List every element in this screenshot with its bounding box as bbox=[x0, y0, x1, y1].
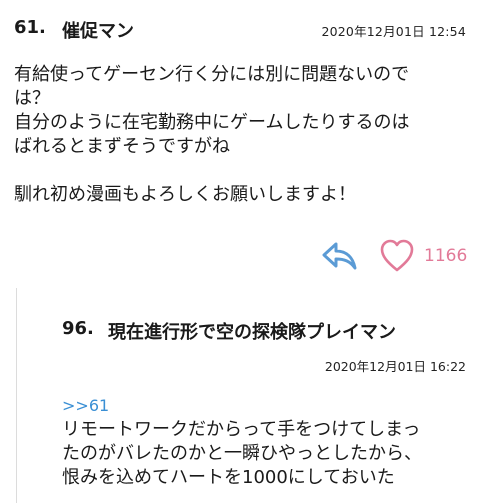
reply-arrow-icon bbox=[322, 242, 357, 270]
like-button[interactable] bbox=[379, 238, 415, 274]
reply-button[interactable] bbox=[320, 238, 360, 274]
comment-line: 有給使ってゲーセン行く分には別に問題ないので bbox=[14, 64, 410, 85]
comment-header: 61. 催促マン 2020年12月01日 12:54 bbox=[14, 17, 466, 45]
comment-number: 61. bbox=[14, 17, 46, 38]
thread-divider bbox=[16, 288, 17, 503]
comment-author-name: 催促マン bbox=[62, 21, 134, 42]
comment-date: 2020年12月01日 12:54 bbox=[321, 24, 466, 39]
reply-author-name: 現在進行形で空の探検隊プレイマン bbox=[108, 322, 396, 343]
comment-line: 馴れ初め漫画もよろしくお願いしますよ！ bbox=[14, 184, 356, 205]
comment-actions: 1166 bbox=[0, 238, 480, 278]
comment-body: 有給使ってゲーセン行く分には別に問題ないので は？ 自分のように在宅勤務中にゲー… bbox=[14, 63, 466, 207]
reply-anchor-link[interactable]: >>61 bbox=[62, 396, 109, 415]
reply-date: 2020年12月01日 16:22 bbox=[324, 359, 466, 374]
reply-line: リモートワークだからって手をつけてしまっ bbox=[62, 419, 421, 440]
heart-icon bbox=[380, 239, 414, 272]
reply-line: たのがバレたのかと一瞬ひやっとしたから、 bbox=[62, 443, 422, 464]
comment-line: は？ bbox=[14, 88, 50, 109]
comment-line: 自分のように在宅勤務中にゲームしたりするのは bbox=[14, 112, 410, 133]
comment-line: ばれるとまずそうですがね bbox=[14, 136, 230, 157]
reply-line: 恨みを込めてハートを1000にしておいた bbox=[62, 467, 395, 488]
reply-number: 96. bbox=[62, 318, 94, 339]
reply-body: >>61 リモートワークだからって手をつけてしまっ たのがバレたのかと一瞬ひやっ… bbox=[62, 394, 470, 490]
like-count[interactable]: 1166 bbox=[424, 246, 467, 266]
